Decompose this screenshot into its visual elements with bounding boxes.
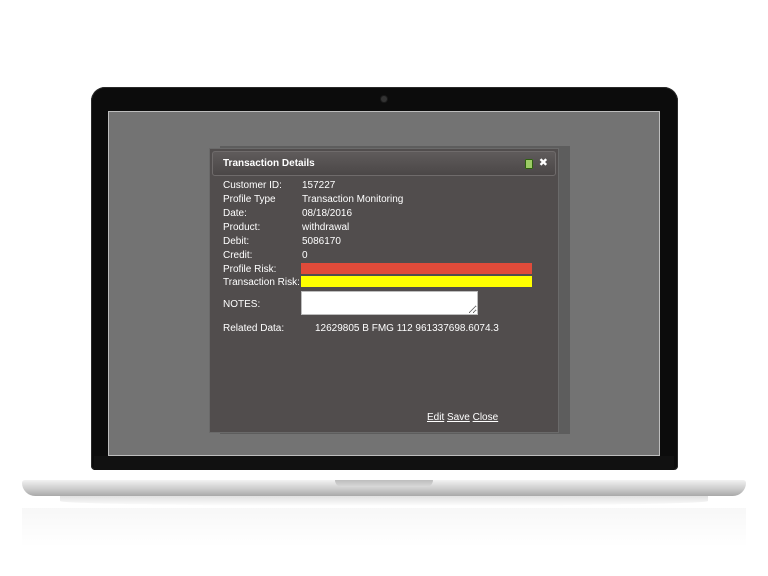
debit-label: Debit: [223,236,250,247]
related-data-label: Related Data: [223,323,285,334]
profile-type-label: Profile Type [223,194,276,205]
debit-value: 5086170 [302,236,341,247]
dialog-titlebar[interactable]: Transaction Details ✖ [212,151,556,176]
laptop-notch [335,480,433,487]
credit-value: 0 [302,250,308,261]
camera [381,96,387,102]
edit-link[interactable]: Edit [427,412,444,423]
close-link[interactable]: Close [473,412,499,423]
product-value: withdrawal [302,222,350,233]
product-label: Product: [223,222,261,233]
profile-risk-bar [301,263,532,274]
related-data-value: 12629805 B FMG 112 961337698.6074.3 [315,323,499,334]
transaction-risk-label: Transaction Risk: [223,277,300,288]
profile-risk-label: Profile Risk: [223,264,277,275]
pin-icon[interactable] [525,159,533,169]
date-value: 08/18/2016 [302,208,353,219]
credit-label: Credit: [223,250,253,261]
customer-id-label: Customer ID: [223,180,282,191]
dialog-actions: Edit Save Close [427,412,498,423]
save-link[interactable]: Save [447,412,470,423]
laptop-shadow [60,496,708,506]
notes-label: NOTES: [223,299,261,310]
profile-type-value: Transaction Monitoring [302,194,404,205]
transaction-details-dialog: Transaction Details ✖ Customer ID: 15722… [209,148,559,433]
customer-id-value: 157227 [302,180,336,191]
dialog-title: Transaction Details [223,158,315,169]
laptop-reflection [22,508,746,548]
close-icon[interactable]: ✖ [539,157,548,169]
date-label: Date: [223,208,247,219]
notes-textarea[interactable] [301,291,478,315]
laptop-bezel-bottom [94,456,674,470]
transaction-risk-bar [301,276,532,287]
